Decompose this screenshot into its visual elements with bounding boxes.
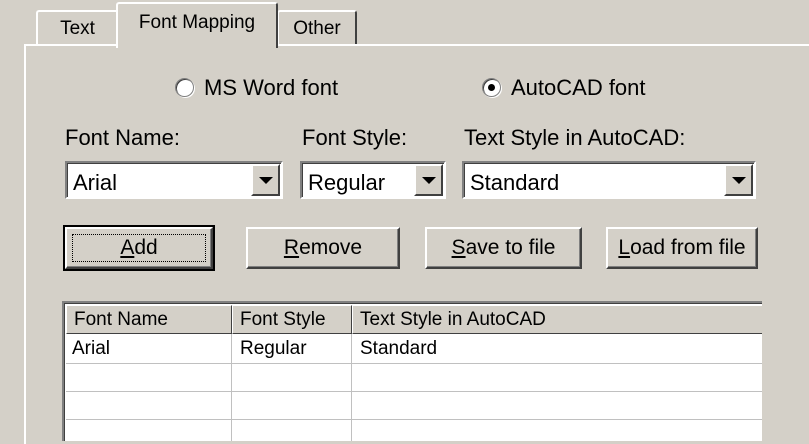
tab-text[interactable]: Text [36,10,119,46]
tab-font-mapping[interactable]: Font Mapping [116,2,278,48]
tab-font-mapping-label: Font Mapping [138,12,256,33]
tab-other[interactable]: Other [277,10,357,46]
font-mapping-panel [24,44,809,444]
tab-other-label: Other [293,18,341,39]
tab-text-label: Text [60,18,95,39]
